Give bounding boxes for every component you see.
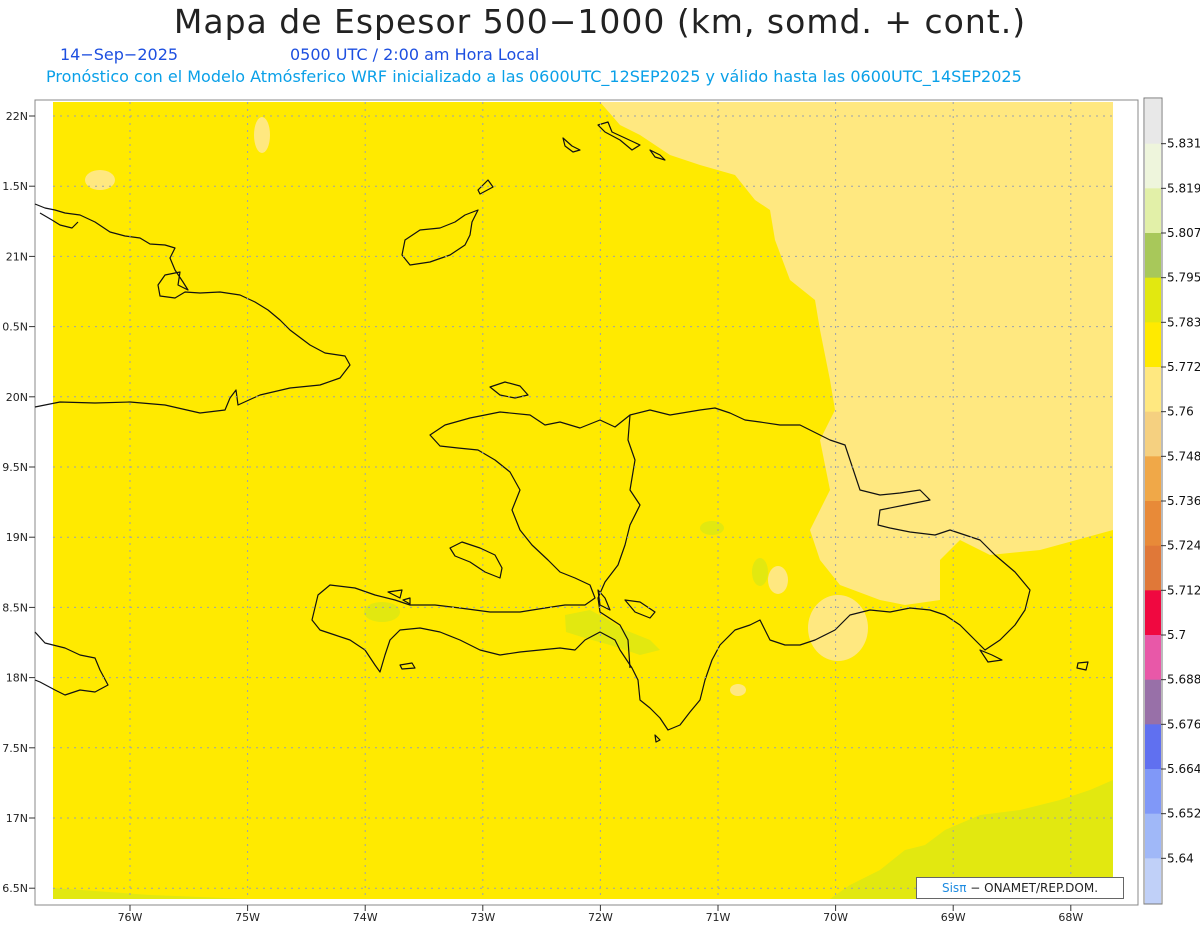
thickness-green-spot: [752, 558, 768, 586]
lat-label: 9.5N: [2, 461, 28, 474]
colorbar-label: 5.772: [1167, 360, 1200, 374]
colorbar-label: 5.676: [1167, 717, 1200, 731]
colorbar-segment: [1145, 813, 1161, 859]
colorbar-segment: [1145, 277, 1161, 323]
colorbar: [1145, 99, 1161, 904]
lat-label: 6.5N: [2, 882, 28, 895]
colorbar-label: 5.7: [1167, 628, 1186, 642]
colorbar-label: 5.819: [1167, 181, 1200, 195]
lat-label: 20N: [6, 391, 28, 404]
colorbar-segment: [1145, 456, 1161, 502]
lon-label: 68W: [1058, 911, 1083, 924]
lon-label: 73W: [470, 911, 495, 924]
lon-label: 75W: [235, 911, 260, 924]
colorbar-labels: 5.831 5.819 5.807 5.795 5.783 5.772 5.76 5.748 5…: [1161, 137, 1200, 865]
colorbar-segment: [1145, 233, 1161, 279]
colorbar-label: 5.724: [1167, 539, 1200, 553]
thickness-light-spot: [808, 595, 868, 661]
colorbar-segment: [1145, 411, 1161, 457]
colorbar-segment: [1145, 635, 1161, 681]
thickness-green-spot: [700, 521, 724, 535]
colorbar-label: 5.831: [1167, 137, 1200, 151]
colorbar-segment: [1145, 858, 1161, 904]
colorbar-label: 5.688: [1167, 673, 1200, 687]
colorbar-segment: [1145, 143, 1161, 189]
lon-label: 70W: [823, 911, 848, 924]
thickness-light-spot: [254, 117, 270, 153]
colorbar-segment: [1145, 590, 1161, 636]
colorbar-label: 5.736: [1167, 494, 1200, 508]
colorbar-label: 5.76: [1167, 405, 1194, 419]
lat-label: 22N: [6, 110, 28, 123]
lat-label: 17N: [6, 812, 28, 825]
thickness-light-spot: [730, 684, 746, 696]
credit-text: − ONAMET/REP.DOM.: [970, 881, 1099, 895]
lon-label: 76W: [118, 911, 143, 924]
lat-label: 8.5N: [2, 601, 28, 614]
colorbar-label: 5.664: [1167, 762, 1200, 776]
lat-label: 1.5N: [2, 180, 28, 193]
colorbar-label: 5.783: [1167, 315, 1200, 329]
thickness-map: 22N 1.5N 21N 0.5N 20N 9.5N 19N 8.5N 18N 7.5N 17N 6.…: [2, 97, 1200, 924]
latitude-labels: 22N 1.5N 21N 0.5N 20N 9.5N 19N 8.5N 18N 7.5N 17N 6.…: [2, 110, 28, 895]
lon-label: 74W: [353, 911, 378, 924]
colorbar-segment: [1145, 367, 1161, 413]
colorbar-segment: [1145, 679, 1161, 725]
lon-label: 71W: [706, 911, 731, 924]
thickness-light-spot: [85, 170, 115, 190]
colorbar-segment: [1145, 188, 1161, 234]
colorbar-segment: [1145, 724, 1161, 770]
lon-label: 69W: [941, 911, 966, 924]
colorbar-label: 5.795: [1167, 271, 1200, 285]
lat-label: 0.5N: [2, 321, 28, 334]
colorbar-segment: [1145, 99, 1161, 145]
credit-box: Sisπ − ONAMET/REP.DOM.: [916, 877, 1124, 899]
lat-label: 18N: [6, 672, 28, 685]
colorbar-label: 5.64: [1167, 851, 1194, 865]
colorbar-segment: [1145, 501, 1161, 547]
colorbar-label: 5.748: [1167, 449, 1200, 463]
colorbar-segment: [1145, 322, 1161, 368]
colorbar-label: 5.712: [1167, 583, 1200, 597]
thickness-light-spot: [725, 146, 815, 174]
sispi-logo: Sisπ: [941, 881, 967, 895]
lon-label: 72W: [588, 911, 613, 924]
lat-label: 7.5N: [2, 742, 28, 755]
thickness-green-spot: [364, 602, 400, 622]
colorbar-segment: [1145, 545, 1161, 591]
longitude-labels: 76W 75W 74W 73W 72W 71W 70W 69W 68W: [118, 911, 1084, 924]
colorbar-label: 5.652: [1167, 807, 1200, 821]
colorbar-segment: [1145, 769, 1161, 815]
lat-label: 19N: [6, 531, 28, 544]
thickness-light-spot: [768, 566, 788, 594]
lat-label: 21N: [6, 250, 28, 263]
colorbar-label: 5.807: [1167, 226, 1200, 240]
